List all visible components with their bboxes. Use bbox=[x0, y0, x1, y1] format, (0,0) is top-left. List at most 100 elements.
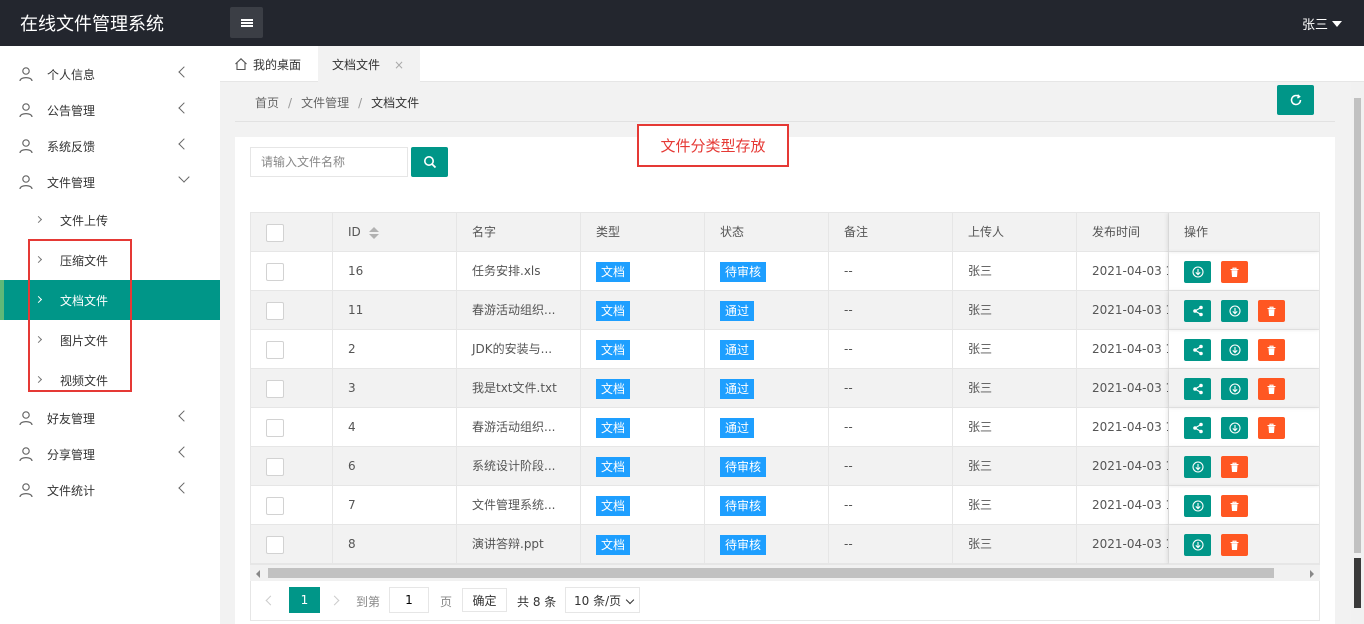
close-icon[interactable]: × bbox=[394, 58, 404, 72]
scroll-thumb[interactable] bbox=[268, 568, 1274, 578]
cell-name: 任务安排.xls bbox=[457, 252, 581, 291]
status-badge: 通过 bbox=[720, 300, 755, 321]
delete-button[interactable] bbox=[1258, 300, 1285, 322]
row-checkbox[interactable] bbox=[266, 302, 284, 320]
delete-button[interactable] bbox=[1221, 495, 1248, 517]
scroll-thumb-active[interactable] bbox=[1354, 558, 1361, 608]
delete-button[interactable] bbox=[1221, 261, 1248, 283]
breadcrumb-parent[interactable]: 文件管理 bbox=[301, 96, 349, 110]
current-page-button[interactable]: 1 bbox=[289, 587, 320, 613]
scroll-left-icon[interactable] bbox=[256, 570, 260, 578]
download-button[interactable] bbox=[1184, 495, 1211, 517]
breadcrumb-sep: / bbox=[358, 96, 363, 110]
delete-button[interactable] bbox=[1258, 417, 1285, 439]
sidebar-item-feedback[interactable]: 系统反馈 bbox=[0, 128, 220, 164]
status-badge: 通过 bbox=[720, 378, 755, 399]
row-checkbox[interactable] bbox=[266, 497, 284, 515]
row-checkbox-cell bbox=[251, 447, 333, 486]
share-button[interactable] bbox=[1184, 417, 1211, 439]
cell-id: 4 bbox=[333, 408, 457, 447]
download-icon bbox=[1228, 422, 1241, 434]
app-title: 在线文件管理系统 bbox=[20, 14, 164, 35]
delete-button[interactable] bbox=[1258, 339, 1285, 361]
tab-documents[interactable]: 文档文件 × bbox=[318, 46, 420, 82]
prev-page-icon[interactable] bbox=[265, 595, 276, 606]
sidebar-item-stats[interactable]: 文件统计 bbox=[0, 472, 220, 508]
row-checkbox[interactable] bbox=[266, 263, 284, 281]
highlight-box bbox=[28, 239, 132, 392]
row-checkbox[interactable] bbox=[266, 341, 284, 359]
cell-name: 系统设计阶段... bbox=[457, 447, 581, 486]
download-button[interactable] bbox=[1221, 378, 1248, 400]
goto-confirm-button[interactable]: 确定 bbox=[462, 588, 507, 612]
sort-icon[interactable] bbox=[368, 226, 379, 240]
delete-button[interactable] bbox=[1258, 378, 1285, 400]
trash-icon bbox=[1229, 267, 1240, 278]
row-actions bbox=[1169, 330, 1319, 369]
share-button[interactable] bbox=[1184, 378, 1211, 400]
cell-type: 文档 bbox=[581, 408, 705, 447]
download-button[interactable] bbox=[1221, 300, 1248, 322]
cell-time: 2021-04-03 11 bbox=[1077, 525, 1169, 564]
row-checkbox[interactable] bbox=[266, 380, 284, 398]
sidebar-item-file-manage[interactable]: 文件管理 bbox=[0, 164, 220, 200]
menu-toggle-button[interactable] bbox=[230, 7, 263, 38]
download-button[interactable] bbox=[1184, 534, 1211, 556]
row-actions bbox=[1169, 525, 1319, 564]
scroll-right-icon[interactable] bbox=[1310, 570, 1314, 578]
sidebar-subitem-upload[interactable]: 文件上传 bbox=[0, 200, 220, 240]
sidebar-item-notice[interactable]: 公告管理 bbox=[0, 92, 220, 128]
scroll-thumb[interactable] bbox=[1354, 98, 1361, 553]
cell-id: 3 bbox=[333, 369, 457, 408]
download-button[interactable] bbox=[1184, 456, 1211, 478]
refresh-button[interactable] bbox=[1277, 85, 1314, 115]
cell-time: 2021-04-03 11 bbox=[1077, 486, 1169, 525]
download-button[interactable] bbox=[1221, 339, 1248, 361]
next-page-icon[interactable] bbox=[329, 595, 340, 606]
download-button[interactable] bbox=[1184, 261, 1211, 283]
cell-status: 通过 bbox=[705, 408, 829, 447]
user-menu[interactable]: 张三 bbox=[1302, 14, 1342, 33]
search-input[interactable] bbox=[250, 147, 408, 177]
tab-home[interactable]: 我的桌面 bbox=[234, 46, 301, 82]
row-checkbox[interactable] bbox=[266, 419, 284, 437]
download-button[interactable] bbox=[1221, 417, 1248, 439]
row-checkbox[interactable] bbox=[266, 536, 284, 554]
search-button[interactable] bbox=[411, 147, 448, 177]
cell-status: 待审核 bbox=[705, 486, 829, 525]
header-time: 发布时间 bbox=[1077, 213, 1169, 252]
download-icon bbox=[1191, 539, 1204, 551]
breadcrumb-home[interactable]: 首页 bbox=[255, 96, 279, 110]
share-button[interactable] bbox=[1184, 300, 1211, 322]
user-icon bbox=[19, 411, 33, 426]
row-checkbox-cell bbox=[251, 408, 333, 447]
select-all-checkbox[interactable] bbox=[266, 224, 284, 242]
share-button[interactable] bbox=[1184, 339, 1211, 361]
trash-icon bbox=[1229, 462, 1240, 473]
sidebar-item-friends[interactable]: 好友管理 bbox=[0, 400, 220, 436]
trash-icon bbox=[1229, 501, 1240, 512]
horizontal-scrollbar[interactable] bbox=[250, 564, 1320, 581]
cell-remark: -- bbox=[829, 408, 953, 447]
sidebar-item-share[interactable]: 分享管理 bbox=[0, 436, 220, 472]
header-name: 名字 bbox=[457, 213, 581, 252]
cell-remark: -- bbox=[829, 369, 953, 408]
row-checkbox-cell bbox=[251, 369, 333, 408]
cell-time: 2021-04-03 11 bbox=[1077, 408, 1169, 447]
sidebar-item-profile[interactable]: 个人信息 bbox=[0, 56, 220, 92]
cell-remark: -- bbox=[829, 525, 953, 564]
vertical-scrollbar[interactable] bbox=[1351, 82, 1364, 624]
row-checkbox[interactable] bbox=[266, 458, 284, 476]
goto-page-input[interactable] bbox=[389, 587, 429, 613]
header-id[interactable]: ID bbox=[333, 213, 457, 252]
cell-status: 待审核 bbox=[705, 525, 829, 564]
delete-button[interactable] bbox=[1221, 456, 1248, 478]
page-size-select[interactable]: 10 条/页 bbox=[565, 587, 640, 613]
chevron-left-icon bbox=[178, 410, 190, 422]
cell-uploader: 张三 bbox=[953, 291, 1077, 330]
delete-button[interactable] bbox=[1221, 534, 1248, 556]
chevron-left-icon bbox=[178, 66, 190, 78]
active-indicator bbox=[0, 280, 4, 320]
type-badge: 文档 bbox=[596, 417, 631, 438]
share-icon bbox=[1192, 305, 1204, 317]
